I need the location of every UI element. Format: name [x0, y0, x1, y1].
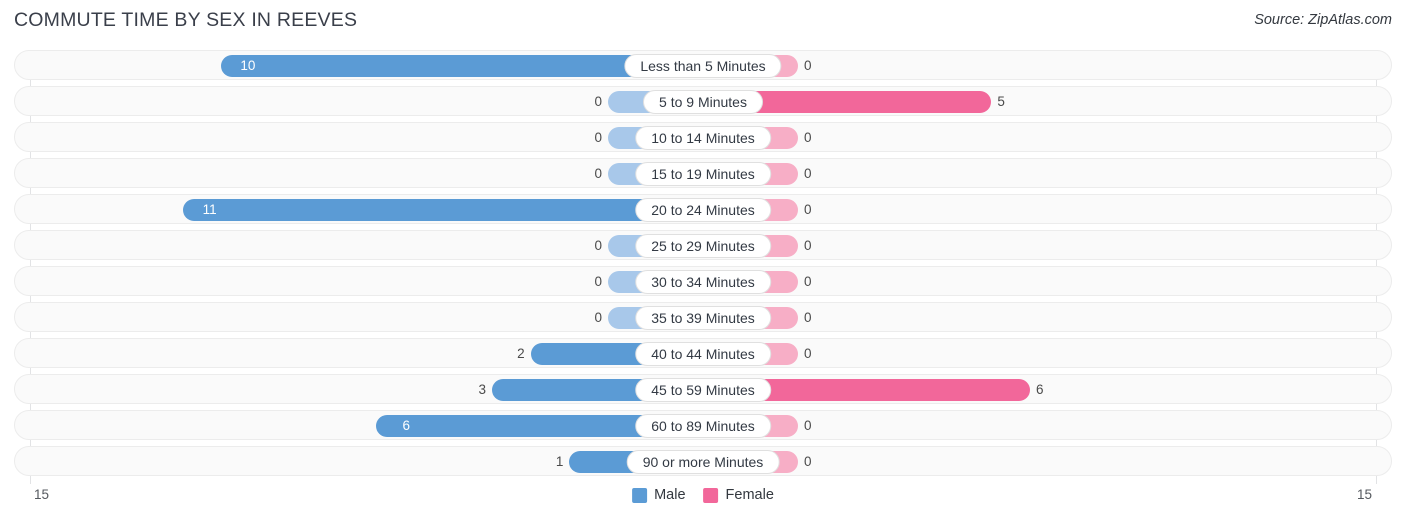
- male-value-label: 0: [594, 238, 602, 253]
- category-label-pill: 30 to 34 Minutes: [635, 270, 771, 294]
- female-value-label: 0: [804, 418, 812, 433]
- male-value-label: 0: [594, 94, 602, 109]
- bar-row-inner: 2 0 40 to 44 Minutes: [15, 339, 1391, 367]
- category-label-pill: 25 to 29 Minutes: [635, 234, 771, 258]
- bar-row: 10 0 Less than 5 Minutes: [14, 50, 1392, 80]
- category-label-pill: 35 to 39 Minutes: [635, 306, 771, 330]
- legend-label: Male: [654, 487, 686, 503]
- male-value-label: 3: [478, 382, 486, 397]
- female-value-label: 0: [804, 346, 812, 361]
- category-label-pill: 10 to 14 Minutes: [635, 126, 771, 150]
- chart-plot-area: 10 0 Less than 5 Minutes 0 5 5 to 9 Minutes 0 0…: [0, 50, 1406, 484]
- male-value-label: 1: [555, 454, 564, 469]
- category-label-pill: 15 to 19 Minutes: [635, 162, 771, 186]
- female-value-label: 5: [997, 94, 1005, 109]
- chart-legend: Male Female: [632, 487, 774, 503]
- legend-label: Female: [725, 487, 774, 503]
- category-label-pill: 5 to 9 Minutes: [643, 90, 763, 114]
- male-value-label: 2: [517, 346, 525, 361]
- bar-row: 0 0 10 to 14 Minutes: [14, 122, 1392, 152]
- bar-row-inner: 10 0 Less than 5 Minutes: [15, 51, 1391, 79]
- bar-row-inner: 3 6 45 to 59 Minutes: [15, 375, 1391, 403]
- category-label-pill: 40 to 44 Minutes: [635, 342, 771, 366]
- female-value-label: 0: [804, 202, 812, 217]
- male-value-label: 11: [202, 202, 217, 217]
- bar-row-inner: 0 0 10 to 14 Minutes: [15, 123, 1391, 151]
- bar-row-inner: 0 0 30 to 34 Minutes: [15, 267, 1391, 295]
- chart-page: COMMUTE TIME BY SEX IN REEVES Source: Zi…: [0, 0, 1406, 523]
- female-value-label: 0: [804, 274, 812, 289]
- chart-footer: 15 15 Male Female: [0, 484, 1406, 523]
- axis-label-right: 15: [1356, 487, 1372, 502]
- category-label-pill: 20 to 24 Minutes: [635, 198, 771, 222]
- legend-swatch-icon: [703, 487, 719, 503]
- category-label-pill: 60 to 89 Minutes: [635, 414, 771, 438]
- bar-row: 0 0 35 to 39 Minutes: [14, 302, 1392, 332]
- male-value-label: 0: [594, 274, 602, 289]
- bar-row-inner: 1 0 90 or more Minutes: [15, 447, 1391, 475]
- female-value-label: 0: [804, 166, 812, 181]
- category-label-pill: 90 or more Minutes: [626, 450, 780, 474]
- female-value-label: 0: [804, 454, 812, 469]
- bar-row: 2 0 40 to 44 Minutes: [14, 338, 1392, 368]
- bar-row: 6 0 60 to 89 Minutes: [14, 410, 1392, 440]
- axis-label-left: 15: [34, 487, 50, 502]
- female-value-label: 0: [804, 130, 812, 145]
- bar-rows-container: 10 0 Less than 5 Minutes 0 5 5 to 9 Minutes 0 0…: [0, 50, 1406, 482]
- bar-row-inner: 0 0 25 to 29 Minutes: [15, 231, 1391, 259]
- legend-item[interactable]: Male: [632, 487, 686, 503]
- male-value-label: 6: [402, 418, 410, 433]
- source-attribution: Source: ZipAtlas.com: [1254, 12, 1392, 28]
- male-value-label: 0: [594, 130, 602, 145]
- bar-row-inner: 11 0 20 to 24 Minutes: [15, 195, 1391, 223]
- bar-row-inner: 0 0 15 to 19 Minutes: [15, 159, 1391, 187]
- bar-row-inner: 0 0 35 to 39 Minutes: [15, 303, 1391, 331]
- female-value-label: 0: [804, 58, 812, 73]
- bar-row: 1 0 90 or more Minutes: [14, 446, 1392, 476]
- bar-row-inner: 0 5 5 to 9 Minutes: [15, 87, 1391, 115]
- page-title: COMMUTE TIME BY SEX IN REEVES: [14, 9, 358, 31]
- bar-row: 0 0 15 to 19 Minutes: [14, 158, 1392, 188]
- bar-row: 3 6 45 to 59 Minutes: [14, 374, 1392, 404]
- bar-row: 0 5 5 to 9 Minutes: [14, 86, 1392, 116]
- bar-row-inner: 6 0 60 to 89 Minutes: [15, 411, 1391, 439]
- legend-swatch-icon: [632, 487, 648, 503]
- female-value-label: 6: [1036, 382, 1044, 397]
- legend-item[interactable]: Female: [703, 487, 774, 503]
- female-value-label: 0: [804, 238, 812, 253]
- category-label-pill: Less than 5 Minutes: [624, 54, 782, 78]
- male-value-label: 0: [594, 310, 602, 325]
- category-label-pill: 45 to 59 Minutes: [635, 378, 771, 402]
- chart-header: COMMUTE TIME BY SEX IN REEVES Source: Zi…: [0, 0, 1406, 42]
- female-value-label: 0: [804, 310, 812, 325]
- male-bar: [182, 199, 703, 221]
- bar-row: 0 0 25 to 29 Minutes: [14, 230, 1392, 260]
- male-value-label: 0: [594, 166, 602, 181]
- male-value-label: 10: [240, 58, 256, 73]
- bar-row: 0 0 30 to 34 Minutes: [14, 266, 1392, 296]
- bar-row: 11 0 20 to 24 Minutes: [14, 194, 1392, 224]
